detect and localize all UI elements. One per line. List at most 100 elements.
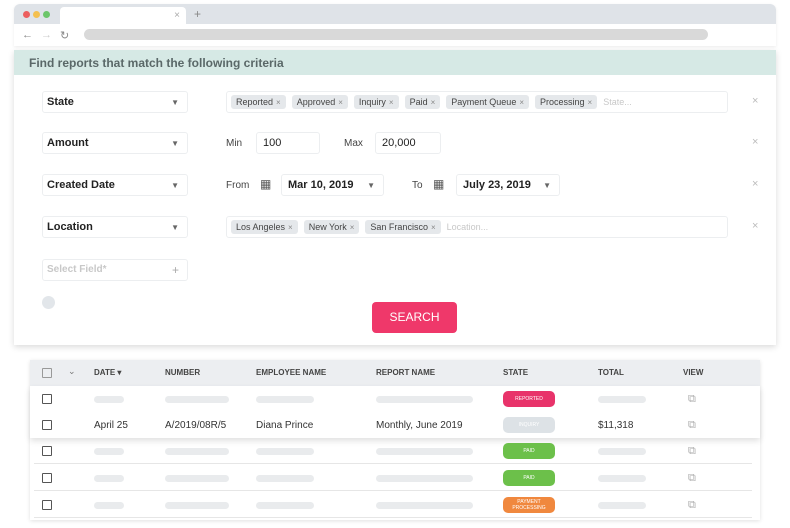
field-select-amount[interactable]: Amount ▼	[42, 132, 188, 154]
min-input[interactable]: 100	[256, 132, 320, 154]
location-placeholder: Location...	[446, 222, 489, 232]
to-label: To	[412, 180, 423, 191]
column-total[interactable]: TOTAL	[598, 368, 624, 377]
select-field-dropdown[interactable]: Select Field* +	[42, 259, 188, 281]
table-row[interactable]: REPORTED ⧉	[34, 386, 752, 412]
add-filter-icon[interactable]	[42, 296, 55, 309]
chip-approved: Approved ×	[291, 95, 348, 109]
report-placeholder	[376, 501, 473, 509]
remove-filter-icon[interactable]: ×	[752, 178, 758, 190]
table-row[interactable]: PAID ⧉	[34, 438, 752, 464]
close-window-dot[interactable]	[23, 11, 30, 18]
field-select-created-date[interactable]: Created Date ▼	[42, 174, 188, 196]
chip-remove-icon[interactable]: ×	[350, 223, 355, 232]
minimize-window-dot[interactable]	[33, 11, 40, 18]
row-checkbox[interactable]	[42, 394, 52, 404]
field-select-location[interactable]: Location ▼	[42, 216, 188, 238]
date-placeholder	[94, 501, 124, 509]
new-tab-icon[interactable]: +	[194, 7, 201, 21]
chip-remove-icon[interactable]: ×	[431, 223, 436, 232]
row-checkbox[interactable]	[42, 446, 52, 456]
remove-filter-icon[interactable]: ×	[752, 136, 758, 148]
cell-employee: Diana Prince	[256, 419, 314, 431]
chip-payment-queue: Payment Queue ×	[446, 95, 529, 109]
browser-chrome: × + ← → ↻	[14, 4, 776, 46]
field-label: Location	[47, 221, 93, 233]
back-icon[interactable]: ←	[22, 29, 33, 41]
browser-tab[interactable]: ×	[60, 7, 186, 26]
search-panel: Find reports that match the following cr…	[14, 50, 776, 345]
chevron-down-icon[interactable]: ⌄	[68, 366, 76, 377]
column-number[interactable]: NUMBER	[165, 368, 200, 377]
chip-new-york: New York ×	[303, 220, 360, 234]
employee-placeholder	[256, 395, 314, 403]
location-chip-input[interactable]: Los Angeles × New York × San Francisco × Lo…	[226, 216, 728, 238]
field-select-state[interactable]: State ▼	[42, 91, 188, 113]
status-badge: INQUIRY	[503, 417, 555, 433]
field-label: State	[47, 96, 74, 108]
remove-filter-icon[interactable]: ×	[752, 220, 758, 232]
calendar-icon[interactable]: ▦	[433, 177, 444, 191]
dropdown-arrow-icon: ▼	[171, 139, 179, 148]
reports-table: ⌄ DATE ▾ NUMBER EMPLOYEE NAME REPORT NAM…	[30, 360, 760, 520]
state-chip-input[interactable]: Reported × Approved × Inquiry × Paid × Payme…	[226, 91, 728, 113]
select-all-checkbox[interactable]	[42, 368, 52, 378]
table-header: ⌄ DATE ▾ NUMBER EMPLOYEE NAME REPORT NAM…	[30, 360, 760, 386]
chip-los-angeles: Los Angeles ×	[231, 220, 298, 234]
number-placeholder	[165, 474, 229, 482]
dropdown-arrow-icon: ▼	[367, 181, 375, 190]
cell-date: April 25	[94, 419, 128, 431]
chip-remove-icon[interactable]: ×	[389, 98, 394, 107]
min-label: Min	[226, 138, 243, 149]
tab-close-icon[interactable]: ×	[174, 10, 180, 21]
open-external-icon[interactable]: ⧉	[688, 445, 696, 458]
column-state[interactable]: STATE	[503, 368, 528, 377]
chip-remove-icon[interactable]: ×	[431, 98, 436, 107]
remove-filter-icon[interactable]: ×	[752, 95, 758, 107]
forward-icon[interactable]: →	[41, 29, 52, 41]
number-placeholder	[165, 395, 229, 403]
plus-icon[interactable]: +	[172, 263, 179, 277]
max-input[interactable]: 20,000	[375, 132, 441, 154]
chip-remove-icon[interactable]: ×	[338, 98, 343, 107]
from-date-picker[interactable]: Mar 10, 2019 ▼	[281, 174, 384, 196]
total-placeholder	[598, 447, 646, 455]
chip-remove-icon[interactable]: ×	[288, 223, 293, 232]
maximize-window-dot[interactable]	[43, 11, 50, 18]
column-view[interactable]: VIEW	[683, 368, 703, 377]
status-badge: PAID	[503, 443, 555, 459]
open-external-icon[interactable]: ⧉	[688, 393, 696, 406]
to-date-picker[interactable]: July 23, 2019 ▼	[456, 174, 560, 196]
address-bar[interactable]	[84, 29, 708, 40]
panel-title: Find reports that match the following cr…	[14, 50, 776, 75]
chip-remove-icon[interactable]: ×	[276, 98, 281, 107]
state-placeholder: State...	[603, 97, 632, 107]
row-checkbox[interactable]	[42, 473, 52, 483]
select-field-placeholder: Select Field*	[47, 264, 107, 275]
column-date[interactable]: DATE ▾	[94, 368, 121, 377]
chip-remove-icon[interactable]: ×	[519, 98, 524, 107]
field-label: Amount	[47, 137, 89, 149]
open-external-icon[interactable]: ⧉	[688, 499, 696, 512]
row-checkbox[interactable]	[42, 500, 52, 510]
total-placeholder	[598, 395, 646, 403]
report-placeholder	[376, 474, 473, 482]
table-row[interactable]: PAYMENT PROCESSING ⧉	[34, 492, 752, 518]
table-row[interactable]: April 25 A/2019/08R/5 Diana Prince Monthly,…	[34, 412, 752, 438]
column-employee-name[interactable]: EMPLOYEE NAME	[256, 368, 326, 377]
table-row[interactable]: PAID ⧉	[34, 465, 752, 491]
max-label: Max	[344, 138, 363, 149]
cell-report: Monthly, June 2019	[376, 419, 463, 431]
column-report-name[interactable]: REPORT NAME	[376, 368, 435, 377]
calendar-icon[interactable]: ▦	[260, 177, 271, 191]
from-label: From	[226, 180, 250, 191]
field-label: Created Date	[47, 179, 115, 191]
row-checkbox[interactable]	[42, 420, 52, 430]
number-placeholder	[165, 447, 229, 455]
chip-remove-icon[interactable]: ×	[588, 98, 593, 107]
open-external-icon[interactable]: ⧉	[688, 472, 696, 485]
search-button[interactable]: SEARCH	[372, 302, 457, 333]
status-badge: PAYMENT PROCESSING	[503, 497, 555, 513]
open-external-icon[interactable]: ⧉	[688, 419, 696, 432]
reload-icon[interactable]: ↻	[60, 29, 69, 42]
